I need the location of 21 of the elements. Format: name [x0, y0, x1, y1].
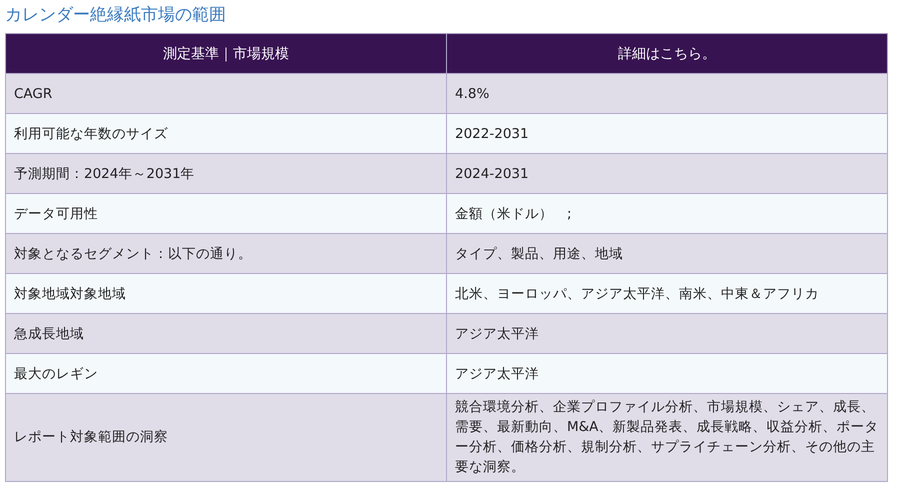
- table-cell: 最大のレギン: [6, 354, 446, 394]
- table-cell: アジア太平洋: [446, 314, 888, 354]
- table-cell: データ可用性: [6, 194, 446, 234]
- column-header: 詳細はこちら。: [446, 34, 888, 74]
- column-header: 測定基準｜市場規模: [6, 34, 446, 74]
- table-cell: 4.8%: [446, 74, 888, 114]
- table-cell: アジア太平洋: [446, 354, 888, 394]
- table-cell: 競合環境分析、企業プロファイル分析、市場規模、シェア、成長、需要、最新動向、M&A、新製品発表、成長戦略、収益分析、ポーター分析、価格分析、規制分析、サプライチェーン分析、その他の主要な洞察。: [446, 394, 888, 482]
- table-cell: 北米、ヨーロッパ、アジア太平洋、南米、中東＆アフリカ: [446, 274, 888, 314]
- table-cell: 2024-2031: [446, 154, 888, 194]
- table-cell: 利用可能な年数のサイズ: [6, 114, 446, 154]
- table-cell: 予測期間：2024年～2031年: [6, 154, 446, 194]
- table-cell: CAGR: [6, 74, 446, 114]
- table-cell: 金額（米ドル） ;: [446, 194, 888, 234]
- table-cell: 2022-2031: [446, 114, 888, 154]
- table-cell: 対象地域対象地域: [6, 274, 446, 314]
- table-cell: 対象となるセグメント：以下の通り。: [6, 234, 446, 274]
- section-title: カレンダー絶縁紙市場の範囲: [5, 4, 227, 27]
- table-cell: タイプ、製品、用途、地域: [446, 234, 888, 274]
- table-cell: レポート対象範囲の洞察: [6, 394, 446, 482]
- table-cell: 急成長地域: [6, 314, 446, 354]
